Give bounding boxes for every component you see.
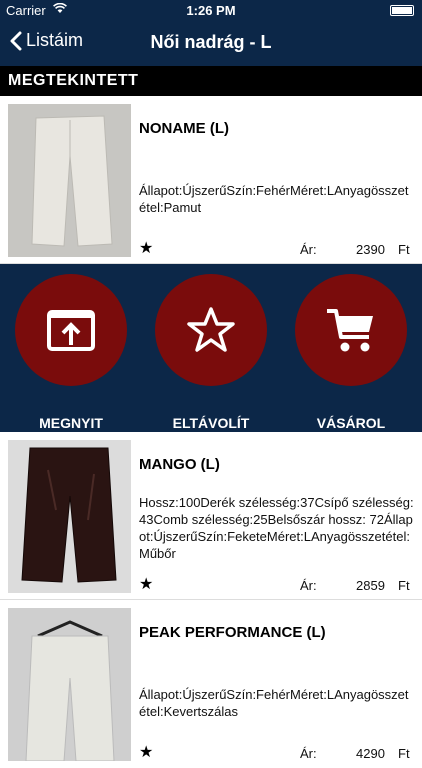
product-price: 2859 — [356, 578, 385, 593]
section-header: MEGTEKINTETT — [0, 66, 422, 96]
currency-label: Ft — [398, 578, 410, 593]
currency-label: Ft — [398, 242, 410, 257]
remove-button[interactable]: ELTÁVOLÍT — [155, 274, 267, 431]
price-label: Ár: — [300, 746, 317, 761]
shopping-cart-icon — [327, 309, 373, 352]
remove-label: ELTÁVOLÍT — [172, 415, 250, 431]
price-label: Ár: — [300, 578, 317, 593]
product-price: 4290 — [356, 746, 385, 761]
price-label: Ár: — [300, 242, 317, 257]
star-icon[interactable]: ★ — [139, 742, 153, 762]
status-bar: Carrier 1:26 PM — [0, 0, 422, 20]
product-card[interactable]: PEAK PERFORMANCE (L) Állapot:ÚjszerűSzín… — [0, 600, 422, 768]
buy-button[interactable]: VÁSÁROL — [295, 274, 407, 431]
product-description: Állapot:ÚjszerűSzín:FehérMéret:LAnyagöss… — [139, 687, 409, 719]
battery-icon — [390, 5, 414, 16]
product-image — [8, 440, 131, 593]
buy-circle — [295, 274, 407, 386]
page-title: Női nadrág - L — [150, 32, 272, 52]
product-description: Állapot:ÚjszerűSzín:FehérMéret:LAnyagöss… — [139, 183, 409, 215]
open-label: MEGNYIT — [39, 415, 103, 431]
star-outline-icon — [187, 307, 235, 352]
swipe-actions-panel: MEGNYIT ELTÁVOLÍT VÁSÁROL — [0, 264, 422, 432]
product-name: NONAME (L) — [139, 120, 229, 137]
open-button[interactable]: MEGNYIT — [15, 274, 127, 431]
open-external-icon — [47, 310, 95, 351]
product-price: 2390 — [356, 242, 385, 257]
remove-circle — [155, 274, 267, 386]
product-image — [8, 104, 131, 257]
star-icon[interactable]: ★ — [139, 574, 153, 594]
product-image — [8, 608, 131, 761]
open-circle — [15, 274, 127, 386]
buy-label: VÁSÁROL — [316, 415, 386, 431]
product-card[interactable]: NONAME (L) Állapot:ÚjszerűSzín:FehérMére… — [0, 96, 422, 264]
product-name: PEAK PERFORMANCE (L) — [139, 624, 326, 641]
product-card[interactable]: MANGO (L) Hossz:100Derék szélesség:37Csí… — [0, 432, 422, 600]
star-icon[interactable]: ★ — [139, 238, 153, 258]
product-description: Hossz:100Derék szélesség:37Csípő széless… — [139, 495, 414, 561]
nav-bar: Listáim Női nadrág - L — [0, 20, 422, 66]
product-name: MANGO (L) — [139, 456, 220, 473]
currency-label: Ft — [398, 746, 410, 761]
clock: 1:26 PM — [186, 3, 236, 18]
